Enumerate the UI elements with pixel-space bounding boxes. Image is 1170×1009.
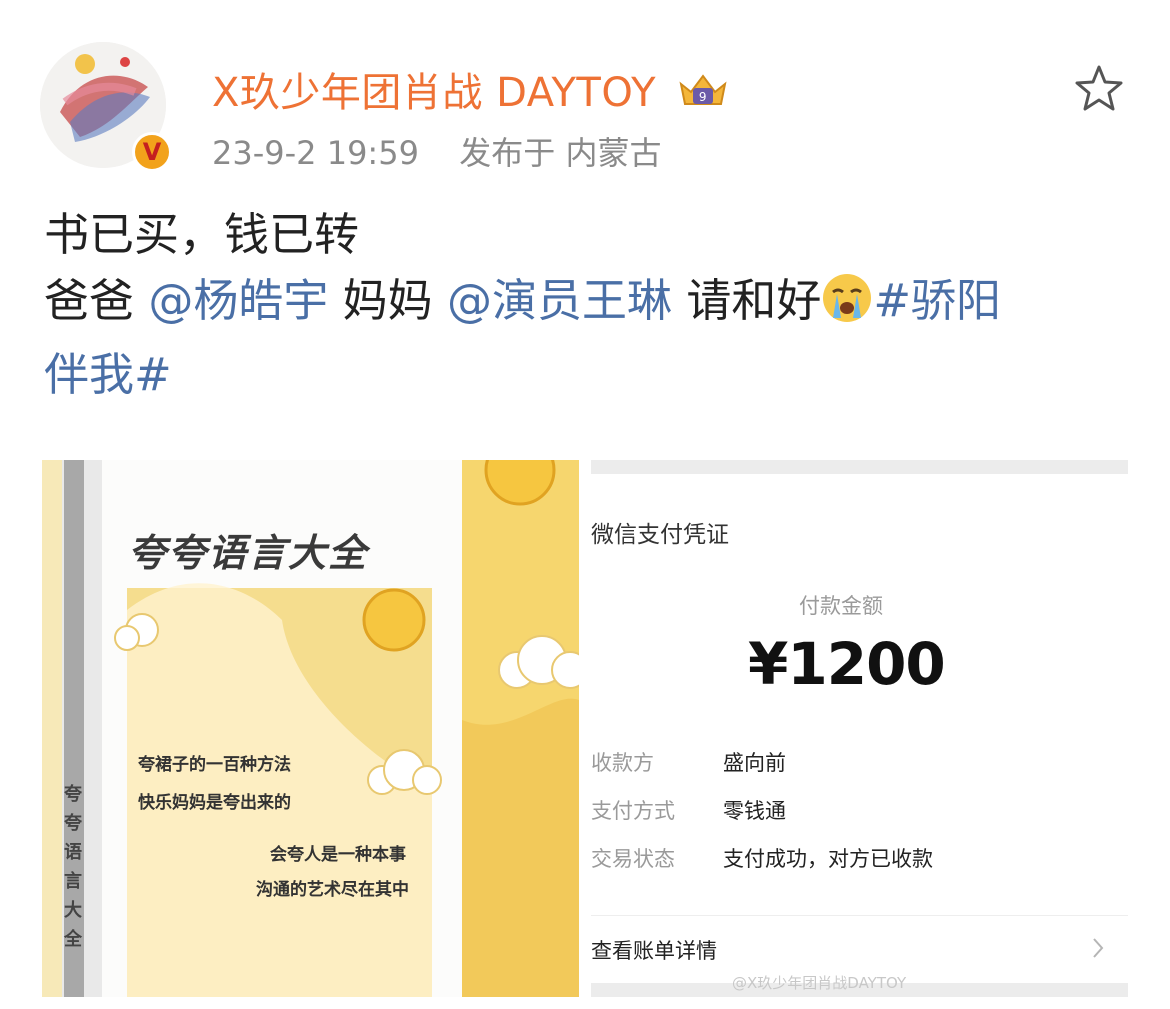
receipt-row-value-2: 零钱通 — [723, 799, 786, 823]
bill-detail-link[interactable]: 查看账单详情 — [591, 935, 717, 965]
timestamp: 23-9-2 19:59 — [212, 134, 419, 172]
avatar[interactable]: V — [40, 42, 172, 172]
book-line-3: 会夸人是一种本事 — [270, 845, 406, 865]
amount-value: ¥1200 — [748, 630, 946, 698]
book-line-2: 快乐妈妈是夸出来的 — [138, 793, 291, 813]
chevron-right-icon[interactable] — [1090, 936, 1106, 964]
author-name-row[interactable]: X玖少年团肖战 DAYTOY 9 — [212, 60, 729, 120]
post-text: 书已买，钱已转 爸爸 @杨皓宇 妈妈 @演员王琳 请和好 #骄阳 伴我# — [44, 202, 1124, 408]
mention-link-1[interactable]: @杨皓宇 — [148, 274, 328, 327]
book-line-4: 沟通的艺术尽在其中 — [256, 880, 409, 900]
book-cover-image[interactable]: 夸夸语言大全 夸夸语言大全 夸裙子的一百种方法 快乐妈妈是夸出来的 会夸人是一种… — [42, 460, 579, 997]
divider — [591, 915, 1128, 916]
post-line-2: 爸爸 @杨皓宇 妈妈 @演员王琳 请和好 #骄阳 — [44, 268, 1124, 342]
receipt-title: 微信支付凭证 — [591, 522, 729, 548]
post-meta: 23-9-2 19:59 发布于 内蒙古 — [212, 128, 661, 174]
verified-badge: V — [132, 132, 172, 172]
post-plea: 请和好 — [686, 274, 822, 327]
author-name[interactable]: X玖少年团肖战 DAYTOY — [212, 70, 656, 116]
post-line-3: 伴我# — [44, 342, 1124, 408]
book-line-1: 夸裙子的一百种方法 — [138, 755, 291, 775]
post-dad: 爸爸 — [44, 274, 135, 327]
receipt-row-key-1: 收款方 — [591, 751, 654, 775]
star-outline-icon[interactable] — [1074, 64, 1124, 116]
post-line-1: 书已买，钱已转 — [44, 208, 360, 261]
hashtag-link-part2[interactable]: 伴我# — [44, 348, 172, 401]
receipt-row-key-3: 交易状态 — [591, 847, 675, 871]
amount-label: 付款金额 — [799, 594, 883, 618]
crying-emoji-icon — [821, 272, 873, 342]
hashtag-link-part1[interactable]: #骄阳 — [873, 274, 1001, 327]
mention-link-2[interactable]: @演员王琳 — [447, 274, 672, 327]
receipt-top-bar — [591, 460, 1128, 474]
book-title: 夸夸语言大全 — [128, 531, 369, 575]
watermark: @X玖少年团肖战DAYTOY — [732, 974, 907, 992]
book-spine-text: 夸夸语言大全 — [64, 784, 82, 950]
location: 发布于 内蒙古 — [459, 134, 662, 172]
receipt-row-value-3: 支付成功，对方已收款 — [723, 847, 933, 871]
post-mom: 妈妈 — [342, 274, 433, 327]
svg-text:9: 9 — [699, 90, 707, 104]
receipt-row-key-2: 支付方式 — [591, 799, 675, 823]
crown-badge-icon: 9 — [677, 70, 729, 120]
receipt-row-value-1: 盛向前 — [723, 751, 786, 775]
